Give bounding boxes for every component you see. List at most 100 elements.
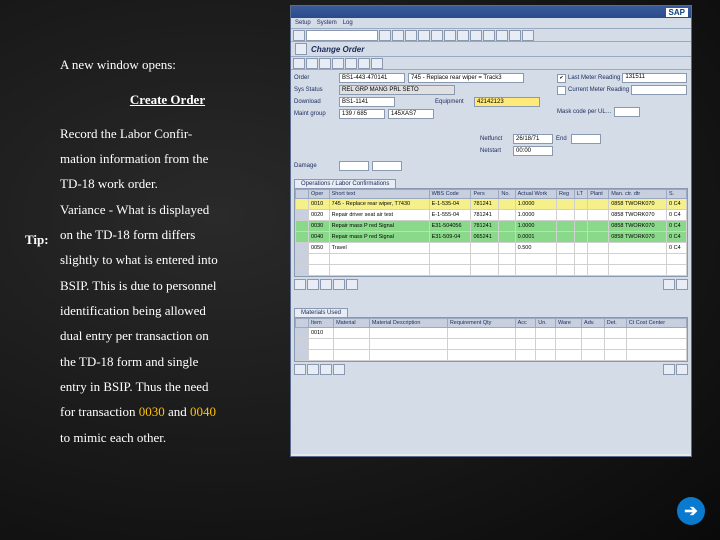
ops-cell-plant[interactable] <box>588 210 609 221</box>
ops-cell-man[interactable]: 0858 TWORK070 <box>609 210 667 221</box>
ops-cell-lt[interactable] <box>575 243 588 254</box>
app-tb-7-icon[interactable] <box>371 58 383 69</box>
ops-cell-txt[interactable]: Repair mass P red Signal <box>329 232 429 243</box>
download-field[interactable]: BS1-1141 <box>339 97 395 107</box>
ops-cell-work[interactable]: 1.0000 <box>515 199 556 210</box>
app-tb-3-icon[interactable] <box>319 58 331 69</box>
app-tb-1-icon[interactable] <box>293 58 305 69</box>
ops-cell-s[interactable]: 0 C4 <box>667 199 687 210</box>
ops-row-empty[interactable] <box>296 265 687 276</box>
mat-cell-mat[interactable] <box>334 328 370 339</box>
ops-cell-lt[interactable] <box>575 232 588 243</box>
ops-cell-reg[interactable] <box>556 232 574 243</box>
ops-cell-plant[interactable] <box>588 221 609 232</box>
materials-tab[interactable]: Materials Used <box>294 308 348 317</box>
ops-cell-work[interactable]: 0.0001 <box>515 232 556 243</box>
ops-row[interactable]: 0030Repair mass P red SignalE31-50405678… <box>296 221 687 232</box>
ops-cell-man[interactable]: 0858 TWORK070 <box>609 221 667 232</box>
app-tb-5-icon[interactable] <box>345 58 357 69</box>
mat-scroll-right-icon[interactable] <box>676 364 688 375</box>
ops-cell-op[interactable]: 0030 <box>309 221 330 232</box>
mat-cell-qty[interactable] <box>447 328 515 339</box>
ops-mtb-5-icon[interactable] <box>346 279 358 290</box>
mat-mtb-2-icon[interactable] <box>307 364 319 375</box>
ops-tab[interactable]: Operations / Labor Confirmations <box>294 179 396 188</box>
ops-cell-s[interactable]: 0 C4 <box>667 232 687 243</box>
ops-cell-op[interactable]: 0010 <box>309 199 330 210</box>
damage-field1[interactable] <box>339 161 369 171</box>
tb-back-icon[interactable] <box>392 30 404 41</box>
ops-cell-pers[interactable] <box>471 243 499 254</box>
tb-prevpage-icon[interactable] <box>483 30 495 41</box>
tb-cancel-icon[interactable] <box>418 30 430 41</box>
mat-cell-un[interactable] <box>536 328 556 339</box>
ops-cell-work[interactable]: 1.0000 <box>515 210 556 221</box>
ops-cell-op[interactable]: 0020 <box>309 210 330 221</box>
tb-save-icon[interactable] <box>379 30 391 41</box>
ops-cell-txt[interactable]: 745 - Replace rear wiper, T7430 <box>329 199 429 210</box>
currmeter-field[interactable] <box>631 85 687 95</box>
menu-setup[interactable]: Setup <box>295 20 311 26</box>
ops-cell-no[interactable] <box>499 232 515 243</box>
ops-cell-plant[interactable] <box>588 199 609 210</box>
ops-mtb-2-icon[interactable] <box>307 279 319 290</box>
tb-exit-icon[interactable] <box>405 30 417 41</box>
tb-firstpage-icon[interactable] <box>470 30 482 41</box>
lastmeter-field[interactable]: 131511 <box>622 73 687 83</box>
mat-row[interactable]: 0010 <box>296 328 687 339</box>
mat-cell-acc[interactable] <box>515 328 536 339</box>
tb-findnext-icon[interactable] <box>457 30 469 41</box>
mat-mtb-3-icon[interactable] <box>320 364 332 375</box>
ops-cell-reg[interactable] <box>556 199 574 210</box>
mat-cell-det[interactable] <box>604 328 626 339</box>
mask-field[interactable] <box>614 107 640 117</box>
ops-mtb-4-icon[interactable] <box>333 279 345 290</box>
mat-cell-ware[interactable] <box>555 328 581 339</box>
damage-field2[interactable] <box>372 161 402 171</box>
maint-field2[interactable]: 145XAS7 <box>388 109 434 119</box>
tb-nextpage-icon[interactable] <box>496 30 508 41</box>
mat-mtb-4-icon[interactable] <box>333 364 345 375</box>
ops-cell-man[interactable] <box>609 243 667 254</box>
mat-scroll-left-icon[interactable] <box>663 364 675 375</box>
tb-lastpage-icon[interactable] <box>509 30 521 41</box>
ops-cell-wbs[interactable]: E-1-555-04 <box>429 210 471 221</box>
ops-cell-lt[interactable] <box>575 210 588 221</box>
ops-cell-txt[interactable]: Repair mass P red Signal <box>329 221 429 232</box>
ops-cell-no[interactable] <box>499 243 515 254</box>
tb-help-icon[interactable] <box>522 30 534 41</box>
order-desc-field[interactable]: 745 - Replace rear wiper = Track3 <box>408 73 524 83</box>
ops-cell-man[interactable]: 0858 TWORK070 <box>609 199 667 210</box>
tb-command-field[interactable] <box>306 30 378 41</box>
ops-cell-wbs[interactable]: E-1-535-04 <box>429 199 471 210</box>
ops-cell-work[interactable]: 1.0000 <box>515 221 556 232</box>
ops-mtb-1-icon[interactable] <box>294 279 306 290</box>
ops-cell-no[interactable] <box>499 199 515 210</box>
ops-cell-man[interactable]: 0858 TWORK070 <box>609 232 667 243</box>
order-field[interactable]: BS1-443·470141 <box>339 73 405 83</box>
next-slide-button[interactable]: ➔ <box>677 497 705 525</box>
ops-row[interactable]: 0010745 - Replace rear wiper, T7430E-1-5… <box>296 199 687 210</box>
ops-cell-txt[interactable]: Repair driver seat air test <box>329 210 429 221</box>
ops-cell-reg[interactable] <box>556 210 574 221</box>
ops-cell-lt[interactable] <box>575 199 588 210</box>
ops-cell-lt[interactable] <box>575 221 588 232</box>
equip-field[interactable]: 42142123 <box>474 97 540 107</box>
maint-field1[interactable]: 139 / 685 <box>339 109 385 119</box>
netstart-field[interactable]: 00:00 <box>513 146 553 156</box>
ops-cell-op[interactable]: 0040 <box>309 232 330 243</box>
app-tb-6-icon[interactable] <box>358 58 370 69</box>
mat-cell-cc[interactable] <box>626 328 686 339</box>
ops-cell-wbs[interactable]: E31-509-04 <box>429 232 471 243</box>
ops-scroll-left-icon[interactable] <box>663 279 675 290</box>
ops-row[interactable]: 0040Repair mass P red SignalE31-509-0406… <box>296 232 687 243</box>
ops-cell-work[interactable]: 0.500 <box>515 243 556 254</box>
ops-cell-no[interactable] <box>499 221 515 232</box>
ops-mtb-3-icon[interactable] <box>320 279 332 290</box>
ops-cell-wbs[interactable]: E31-504056 <box>429 221 471 232</box>
netfunct-end-field[interactable] <box>571 134 601 144</box>
ops-row[interactable]: 0020Repair driver seat air testE-1-555-0… <box>296 210 687 221</box>
ops-cell-plant[interactable] <box>588 243 609 254</box>
ops-cell-reg[interactable] <box>556 221 574 232</box>
mat-cell-adv[interactable] <box>582 328 605 339</box>
